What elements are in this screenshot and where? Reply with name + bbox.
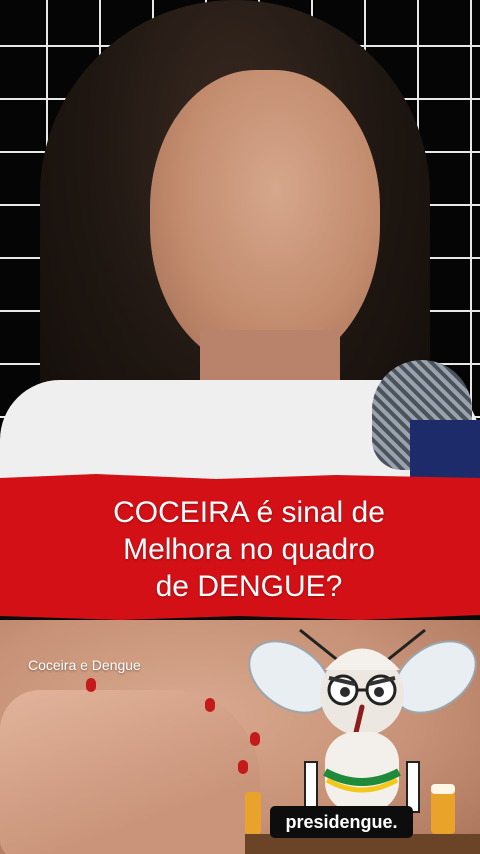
hand-image: [0, 690, 260, 854]
fingernail: [205, 698, 215, 712]
brand-handle: presidengue.: [270, 806, 413, 838]
title-banner-text: COCEIRA é sinal de Melhora no quadro de …: [0, 494, 480, 605]
microphone-arm: [410, 420, 480, 480]
title-line-1: COCEIRA é sinal de: [113, 496, 385, 529]
video-caption-label: Coceira e Dengue: [28, 657, 141, 673]
top-video-frame: [0, 0, 480, 480]
title-line-3: de DENGUE?: [155, 570, 343, 603]
brand-handle-text: presidengue.: [285, 811, 398, 832]
fingernail: [86, 678, 96, 692]
speaker-face: [150, 70, 380, 370]
title-line-2: Melhora no quadro: [123, 533, 375, 566]
